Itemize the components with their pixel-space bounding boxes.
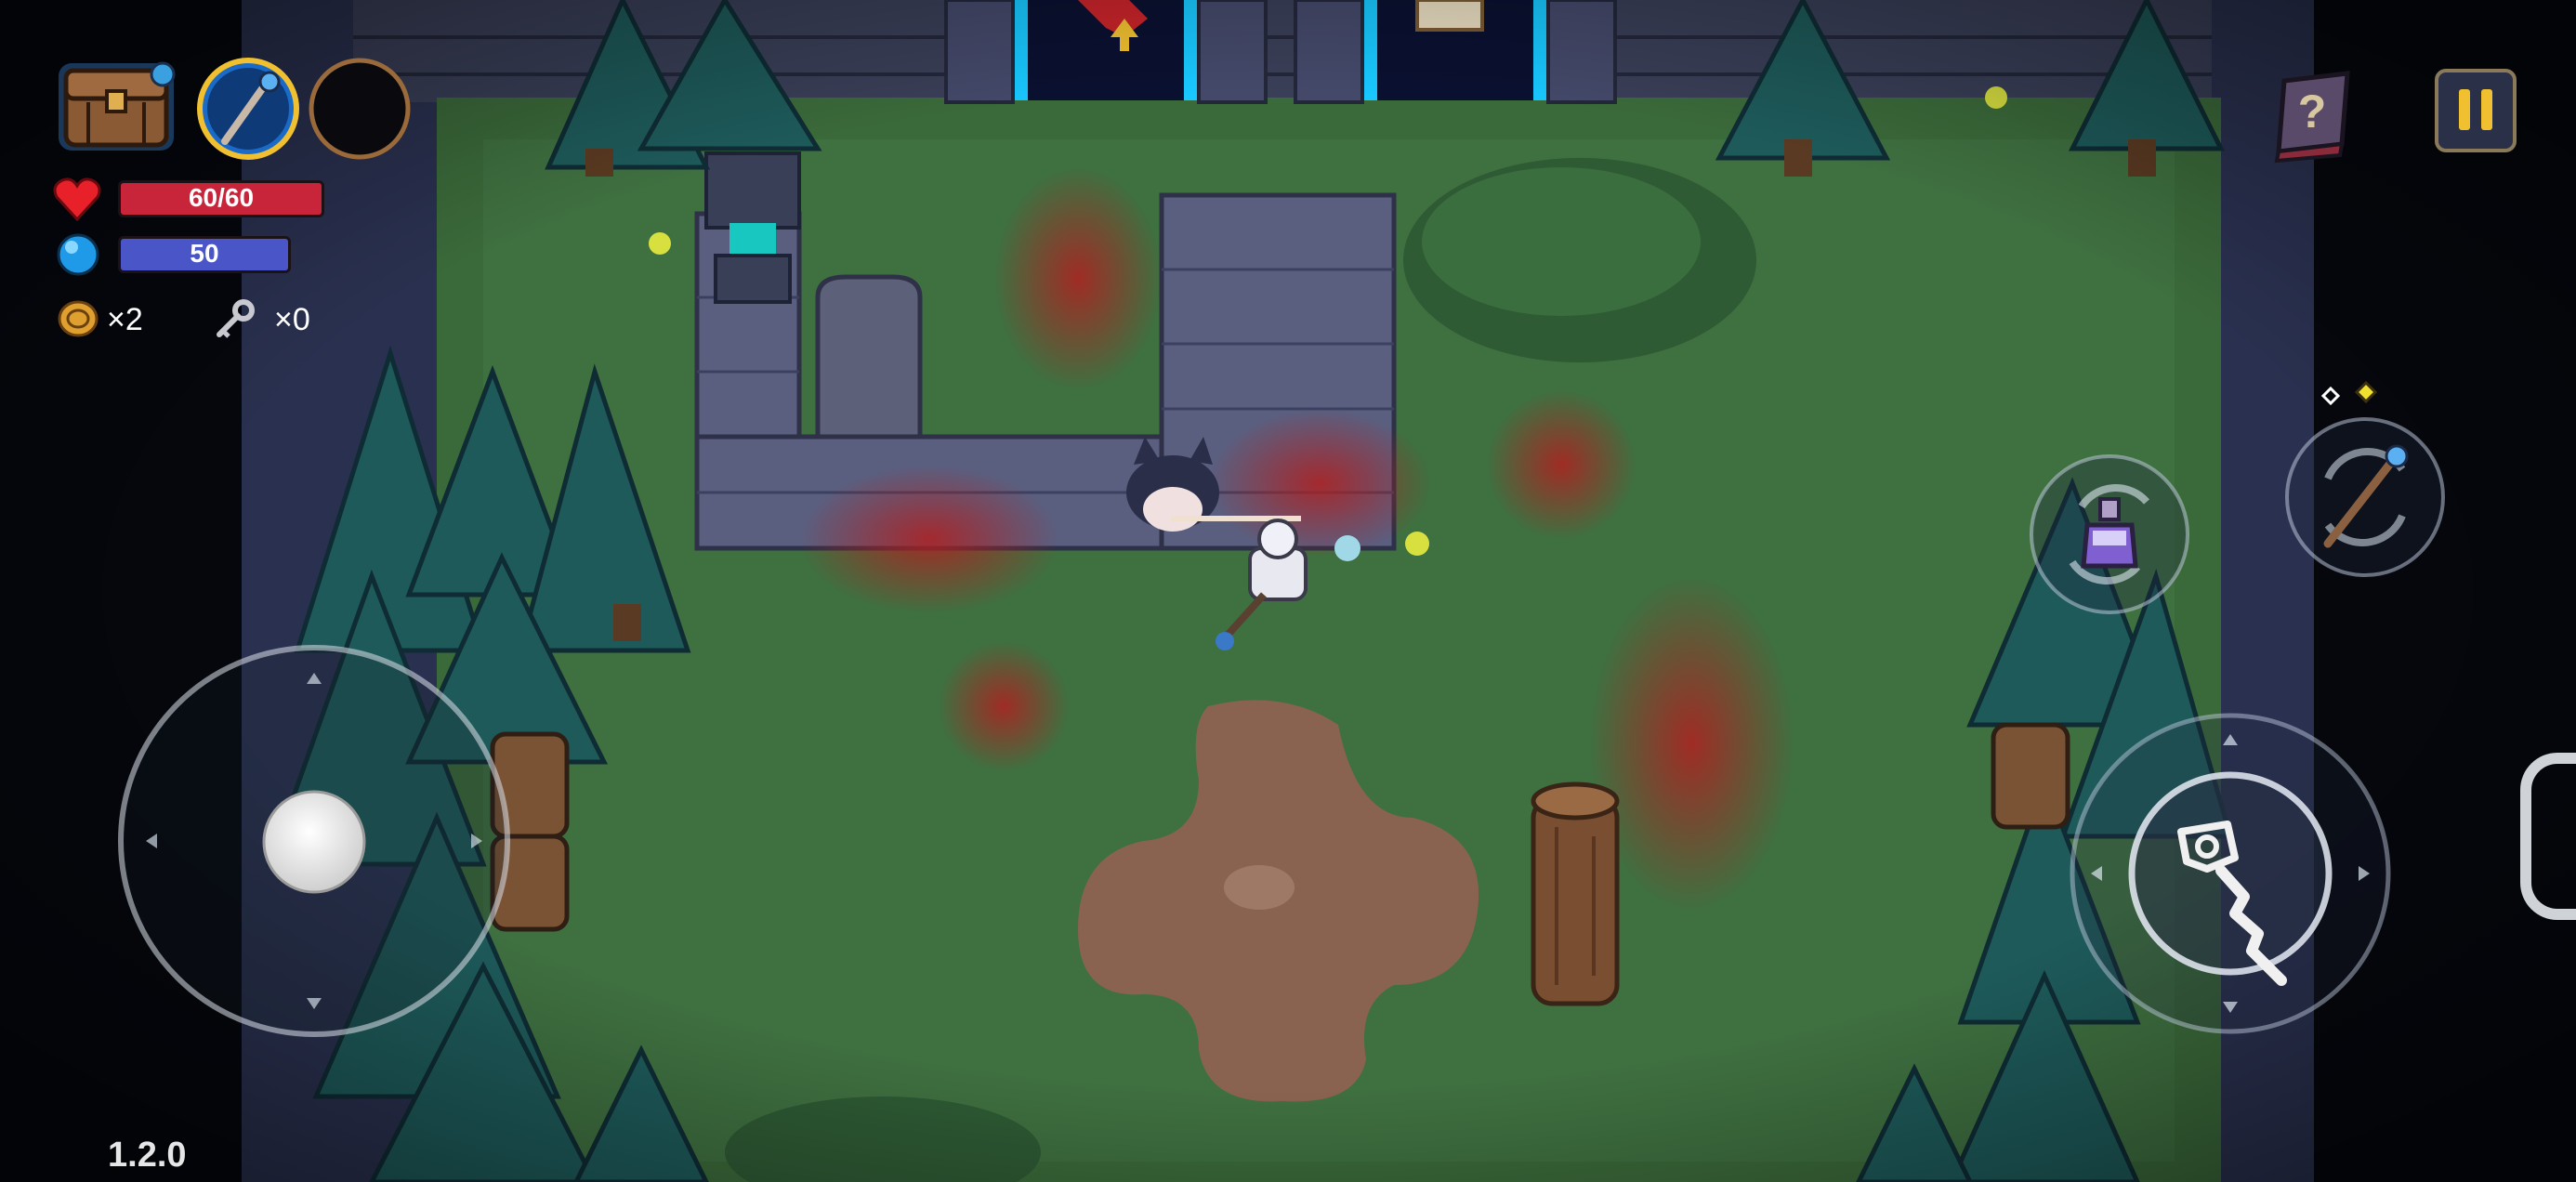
coin-icon	[58, 300, 99, 337]
attack-staff-icon	[2070, 713, 2391, 1034]
attack-button[interactable]	[2068, 711, 2393, 1036]
heart-icon	[53, 177, 101, 222]
joystick-knob[interactable]	[260, 788, 368, 896]
coin-count: ×2	[107, 302, 143, 337]
mana-bar: 50	[118, 236, 291, 273]
empty-slot-icon	[309, 58, 411, 160]
weapon-slot-1[interactable]	[195, 56, 301, 162]
chest-icon	[59, 61, 176, 151]
weapon-indicator-icon	[2320, 380, 2381, 409]
help-book-icon: ?	[2274, 71, 2350, 164]
mana-text: 50	[190, 239, 219, 268]
help-button[interactable]: ?	[2267, 70, 2359, 164]
edge-button-fragment	[2520, 753, 2576, 920]
mana-orb-icon	[56, 232, 100, 277]
key-icon	[212, 299, 256, 340]
potion-button[interactable]	[2026, 451, 2193, 618]
pause-button[interactable]	[2433, 67, 2518, 156]
health-text: 60/60	[188, 183, 255, 212]
swap-weapon-button[interactable]	[2281, 414, 2449, 581]
version-label: 1.2.0	[108, 1136, 187, 1175]
swap-weapon-icon	[2285, 417, 2445, 577]
key-count: ×0	[274, 302, 310, 337]
health-bar: 60/60	[118, 180, 324, 217]
inventory-button[interactable]	[51, 46, 181, 158]
weapon-slot-2[interactable]	[307, 56, 413, 162]
potion-icon	[2030, 454, 2189, 614]
svg-text:?: ?	[2298, 85, 2327, 138]
pause-icon	[2435, 69, 2517, 152]
staff-icon	[197, 58, 299, 160]
